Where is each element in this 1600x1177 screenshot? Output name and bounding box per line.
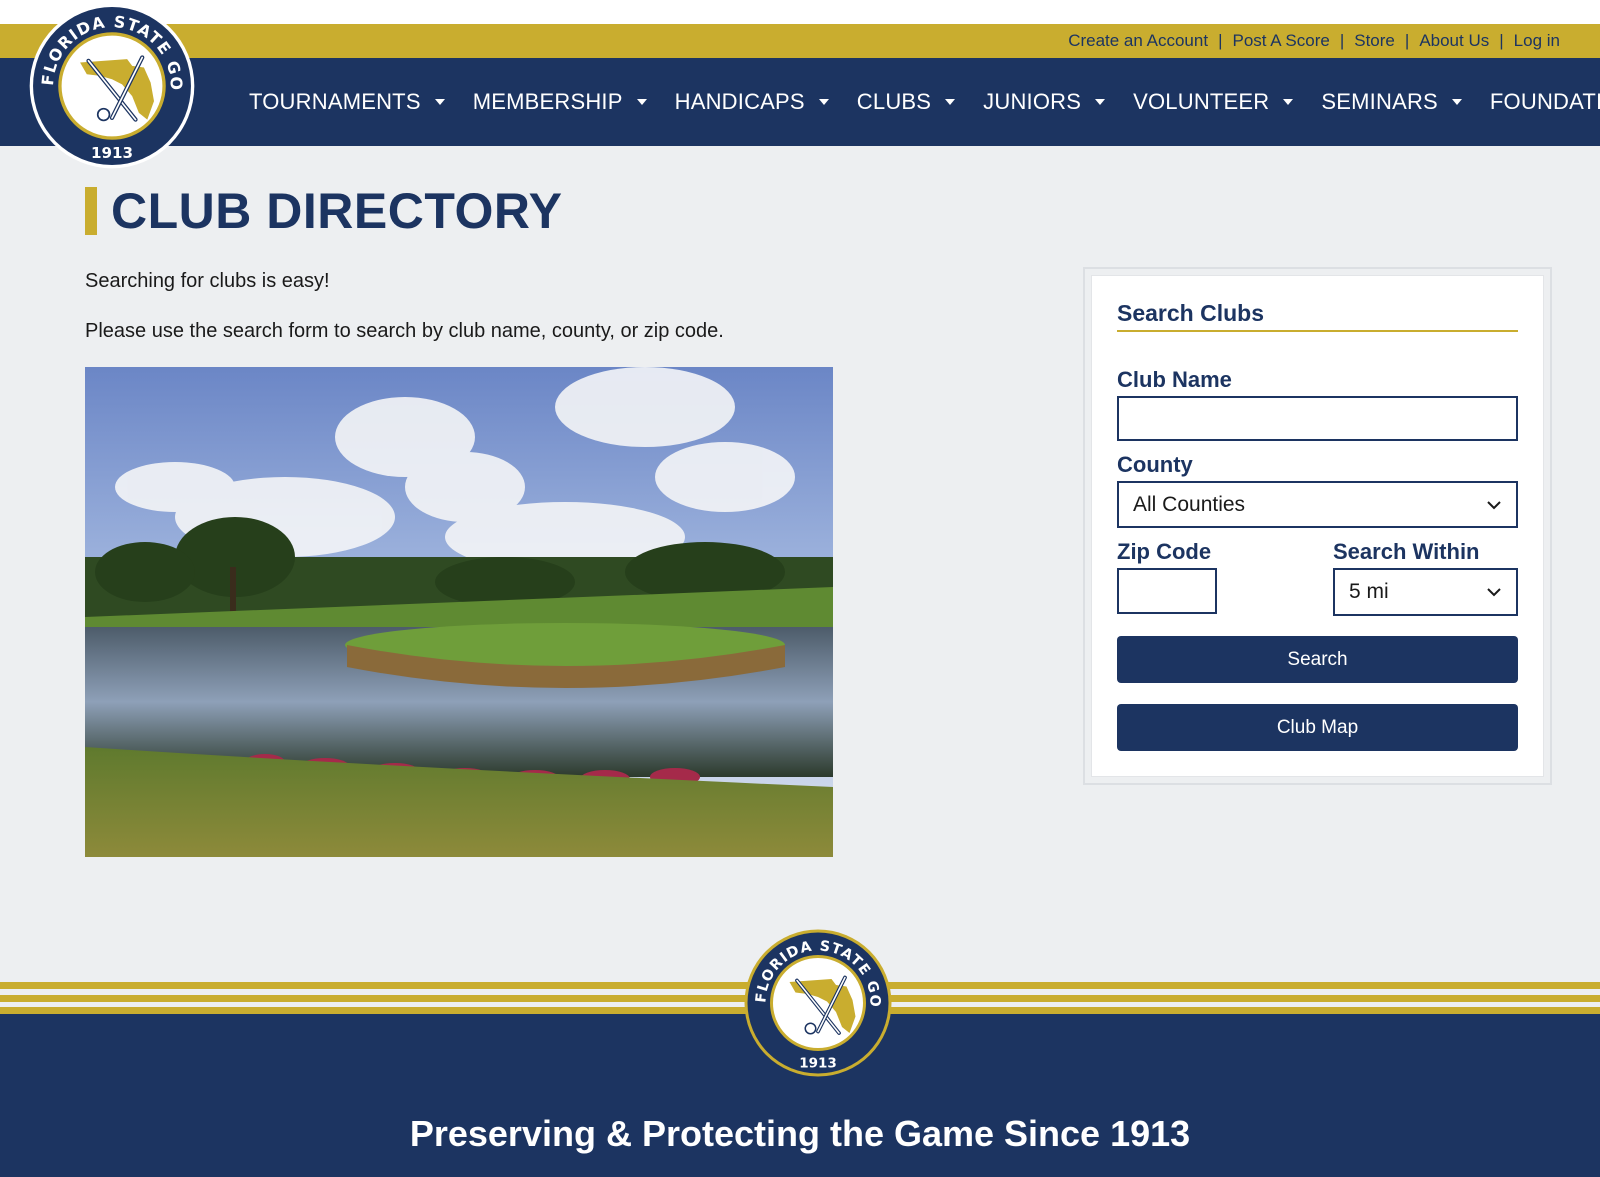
nav-label: FOUNDATION	[1489, 89, 1600, 114]
utility-separator: |	[1499, 31, 1504, 50]
nav-item-clubs[interactable]: CLUBS	[856, 89, 956, 115]
utility-bar: Create an Account | Post A Score | Store…	[0, 24, 1600, 58]
caret-down-icon	[1095, 99, 1106, 105]
nav-label: VOLUNTEER	[1133, 89, 1270, 114]
login-link[interactable]: Log in	[1514, 31, 1560, 51]
nav-item-membership[interactable]: MEMBERSHIP	[473, 89, 647, 115]
page-title-wrap: CLUB DIRECTORY	[85, 182, 562, 240]
about-us-link[interactable]: About Us	[1419, 31, 1489, 51]
nav-label: MEMBERSHIP	[472, 89, 623, 114]
footer-logo-year: 1913	[799, 1056, 837, 1072]
main-navigation: TOURNAMENTS MEMBERSHIP HANDICAPS CLUBS J…	[0, 58, 1600, 146]
zip-code-label: Zip Code	[1117, 539, 1212, 564]
post-score-link[interactable]: Post A Score	[1232, 31, 1329, 51]
caret-down-icon	[945, 99, 956, 105]
search-within-label: Search Within	[1333, 539, 1480, 564]
utility-separator: |	[1404, 31, 1410, 50]
club-name-input[interactable]	[1117, 396, 1518, 441]
club-map-button[interactable]: Club Map	[1117, 704, 1518, 751]
nav-label: SEMINARS	[1321, 89, 1438, 114]
utility-separator: |	[1218, 31, 1223, 50]
footer-tagline: Preserving & Protecting the Game Since 1…	[409, 1113, 1191, 1154]
nav-label: TOURNAMENTS	[249, 89, 421, 114]
search-within-select[interactable]: 5 mi	[1333, 568, 1518, 616]
caret-down-icon	[818, 99, 829, 105]
nav-item-juniors[interactable]: JUNIORS	[983, 89, 1106, 115]
intro-text: Searching for clubs is easy!	[85, 270, 330, 292]
top-white-strip	[0, 0, 1600, 24]
fsga-logo[interactable]: FLORIDA STATE GOLF ASSOCIATION 1913	[28, 2, 196, 170]
caret-down-icon	[636, 99, 647, 105]
store-link[interactable]: Store	[1354, 31, 1395, 51]
instructions-text: Please use the search form to search by …	[85, 320, 724, 342]
search-button[interactable]: Search	[1117, 636, 1518, 683]
utility-separator: |	[1339, 31, 1345, 50]
county-label: County	[1117, 452, 1193, 477]
caret-down-icon	[1283, 99, 1294, 105]
caret-down-icon	[1451, 99, 1462, 105]
title-accent-bar	[85, 187, 97, 235]
nav-label: JUNIORS	[983, 89, 1082, 114]
logo-year: 1913	[91, 144, 133, 162]
search-within-selected-value: 5 mi	[1349, 580, 1389, 603]
caret-down-icon	[434, 99, 445, 105]
zip-code-input[interactable]	[1117, 568, 1217, 614]
nav-list: TOURNAMENTS MEMBERSHIP HANDICAPS CLUBS J…	[249, 58, 1600, 146]
footer-fsga-logo[interactable]: FLORIDA STATE GOLF ASSOCIATION 1913	[743, 928, 893, 1078]
nav-label: HANDICAPS	[674, 89, 805, 114]
page-title: CLUB DIRECTORY	[111, 183, 563, 239]
chevron-down-icon	[1487, 500, 1501, 509]
nav-label: CLUBS	[856, 89, 932, 114]
nav-item-volunteer[interactable]: VOLUNTEER	[1133, 89, 1294, 115]
nav-item-tournaments[interactable]: TOURNAMENTS	[249, 89, 445, 115]
golf-course-photo	[85, 367, 833, 857]
county-selected-value: All Counties	[1133, 492, 1246, 516]
chevron-down-icon	[1487, 588, 1501, 597]
create-account-link[interactable]: Create an Account	[1068, 31, 1208, 51]
county-select[interactable]: All Counties	[1117, 481, 1518, 528]
club-name-label: Club Name	[1117, 367, 1232, 392]
nav-item-handicaps[interactable]: HANDICAPS	[675, 89, 829, 115]
nav-item-seminars[interactable]: SEMINARS	[1321, 89, 1462, 115]
nav-item-foundation[interactable]: FOUNDATION	[1490, 89, 1600, 115]
search-panel-title: Search Clubs	[1117, 300, 1518, 332]
